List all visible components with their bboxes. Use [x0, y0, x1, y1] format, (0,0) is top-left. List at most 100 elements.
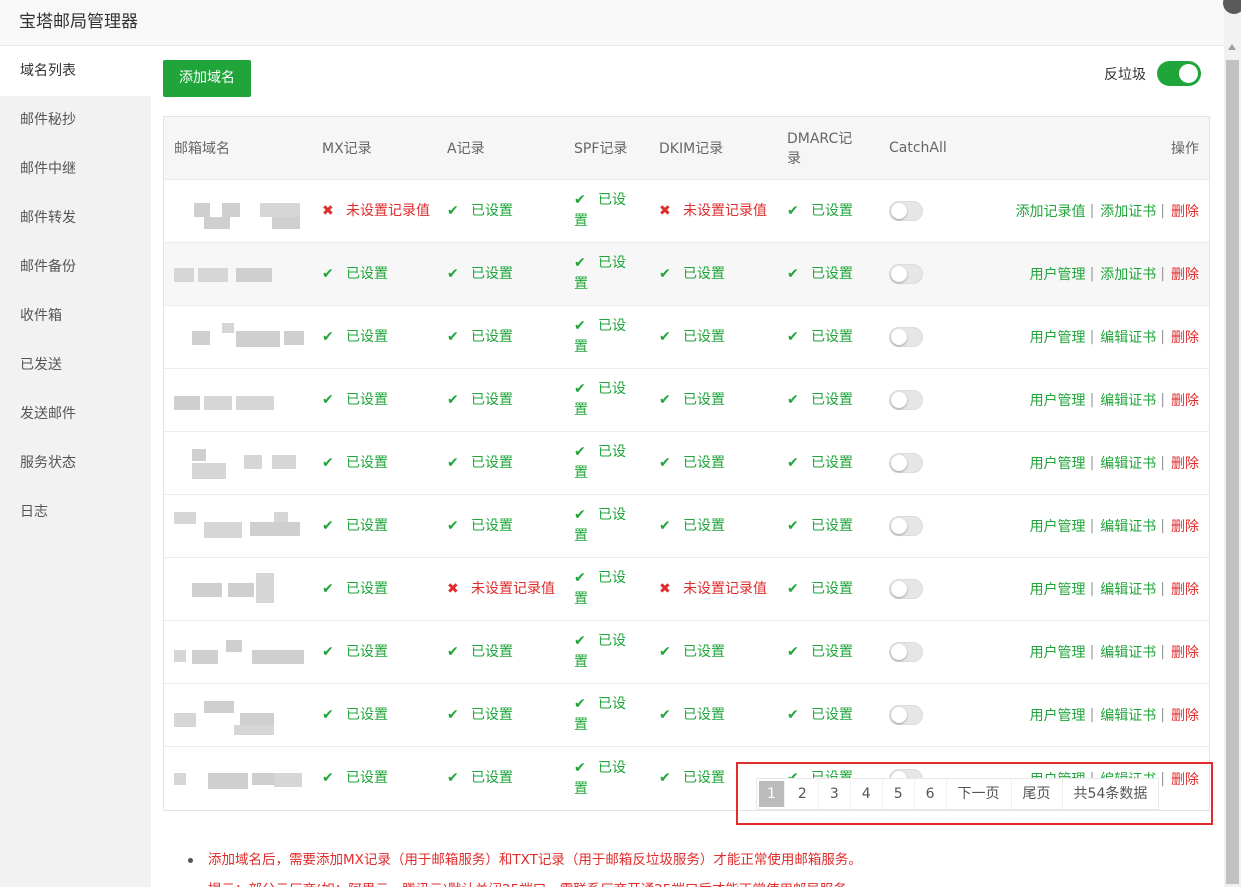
- sidebar-item[interactable]: 发送邮件: [0, 390, 151, 439]
- status-label: 已设置: [683, 328, 725, 345]
- separator: |: [1089, 581, 1095, 597]
- toggle-knob: [891, 644, 907, 660]
- sidebar-item[interactable]: 服务状态: [0, 439, 151, 488]
- delete-link[interactable]: 删除: [1171, 516, 1199, 536]
- operation-link[interactable]: 用户管理: [1030, 327, 1086, 347]
- mx-status: ✔ 已设置: [322, 306, 432, 368]
- operation-link[interactable]: 编辑证书: [1100, 390, 1156, 410]
- status-label: 已设置: [471, 328, 513, 345]
- a-status: ✔ 已设置: [447, 243, 557, 305]
- dkim-status: ✔ 已设置: [659, 369, 771, 431]
- operation-link[interactable]: 用户管理: [1030, 642, 1086, 662]
- check-icon: ✔: [447, 391, 459, 408]
- sidebar-item[interactable]: 域名列表: [0, 47, 151, 96]
- tip-item: 添加域名后，需要添加MX记录（用于邮箱服务）和TXT记录（用于邮箱反垃圾服务）才…: [188, 845, 1218, 875]
- anti-spam-toggle[interactable]: [1157, 61, 1201, 86]
- status-label-line2: 置: [574, 528, 588, 544]
- operation-link[interactable]: 用户管理: [1030, 579, 1086, 599]
- add-domain-button[interactable]: 添加域名: [163, 60, 251, 97]
- check-icon: ✔: [447, 643, 459, 660]
- dkim-status-text: ✔ 已设置: [659, 516, 767, 537]
- check-icon: ✔: [447, 265, 459, 282]
- page-5-button[interactable]: 5: [882, 779, 915, 809]
- operation-link[interactable]: 用户管理: [1030, 264, 1086, 284]
- domain-name-blurred: [174, 369, 304, 431]
- catchall-toggle[interactable]: [889, 453, 923, 473]
- operation-link[interactable]: 添加记录值: [1016, 201, 1086, 221]
- status-label: 已设置: [346, 770, 388, 786]
- status-label: 已设置: [811, 517, 853, 534]
- catchall-toggle[interactable]: [889, 705, 923, 725]
- operation-link[interactable]: 添加证书: [1100, 201, 1156, 221]
- scrollbar-thumb[interactable]: [1226, 60, 1239, 884]
- mx-status-text: ✔ 已设置: [322, 768, 430, 789]
- catchall-toggle[interactable]: [889, 579, 923, 599]
- check-icon: ✔: [787, 202, 799, 219]
- operation-link[interactable]: 添加证书: [1100, 264, 1156, 284]
- a-status-text: ✖ 未设置记录值: [447, 579, 555, 600]
- catchall-toggle[interactable]: [889, 201, 923, 221]
- mx-status-text: ✔ 已设置: [322, 453, 430, 474]
- page-1-button[interactable]: 1: [759, 781, 785, 807]
- sidebar-item[interactable]: 邮件转发: [0, 194, 151, 243]
- catchall-cell: [889, 369, 969, 431]
- status-label: 已设置: [346, 706, 388, 723]
- last-page-button[interactable]: 尾页: [1011, 779, 1063, 809]
- dkim-status-text: ✔ 已设置: [659, 264, 767, 285]
- sidebar-item[interactable]: 日志: [0, 488, 151, 537]
- sidebar-item[interactable]: 邮件备份: [0, 243, 151, 292]
- operations: 用户管理|编辑证书|删除: [969, 306, 1199, 368]
- delete-link[interactable]: 删除: [1171, 264, 1199, 284]
- operation-link[interactable]: 用户管理: [1030, 390, 1086, 410]
- operation-link[interactable]: 用户管理: [1030, 516, 1086, 536]
- status-label: 已设置: [346, 643, 388, 660]
- page-6-button[interactable]: 6: [914, 779, 947, 809]
- operation-link[interactable]: 编辑证书: [1100, 579, 1156, 599]
- operation-link[interactable]: 编辑证书: [1100, 516, 1156, 536]
- catchall-toggle[interactable]: [889, 516, 923, 536]
- operation-link[interactable]: 编辑证书: [1100, 453, 1156, 473]
- mx-status: ✔ 已设置: [322, 621, 432, 683]
- status-label-line1: 已设: [598, 255, 626, 271]
- a-status: ✔ 已设置: [447, 495, 557, 557]
- sidebar-item[interactable]: 已发送: [0, 341, 151, 390]
- domain-name-blurred: [174, 180, 304, 242]
- spf-status-text: ✔ 已设置: [574, 190, 638, 232]
- delete-link[interactable]: 删除: [1171, 201, 1199, 221]
- delete-link[interactable]: 删除: [1171, 705, 1199, 725]
- separator: |: [1160, 518, 1165, 534]
- check-icon: ✔: [574, 192, 586, 208]
- delete-link[interactable]: 删除: [1171, 579, 1199, 599]
- delete-link[interactable]: 删除: [1171, 453, 1199, 473]
- operation-link[interactable]: 编辑证书: [1100, 642, 1156, 662]
- sidebar-item[interactable]: 邮件秘抄: [0, 96, 151, 145]
- page-4-button[interactable]: 4: [850, 779, 883, 809]
- operation-link[interactable]: 用户管理: [1030, 453, 1086, 473]
- operation-link[interactable]: 编辑证书: [1100, 327, 1156, 347]
- page-2-button[interactable]: 2: [786, 779, 819, 809]
- next-page-button[interactable]: 下一页: [946, 779, 1012, 809]
- check-icon: ✔: [447, 328, 459, 345]
- delete-link[interactable]: 删除: [1171, 327, 1199, 347]
- check-icon: ✔: [322, 328, 334, 345]
- catchall-toggle[interactable]: [889, 264, 923, 284]
- delete-link[interactable]: 删除: [1171, 642, 1199, 662]
- operations: 用户管理|编辑证书|删除: [969, 621, 1199, 683]
- scroll-up-icon[interactable]: [1228, 44, 1236, 50]
- catchall-cell: [889, 684, 969, 746]
- separator: |: [1089, 266, 1095, 282]
- sidebar-item[interactable]: 收件箱: [0, 292, 151, 341]
- status-label: 未设置记录值: [683, 580, 767, 597]
- check-icon: ✔: [659, 770, 671, 786]
- catchall-toggle[interactable]: [889, 327, 923, 347]
- sidebar-item[interactable]: 邮件中继: [0, 145, 151, 194]
- delete-link[interactable]: 删除: [1171, 390, 1199, 410]
- page-3-button[interactable]: 3: [818, 779, 851, 809]
- catchall-toggle[interactable]: [889, 642, 923, 662]
- operation-link[interactable]: 编辑证书: [1100, 705, 1156, 725]
- check-icon: ✔: [574, 318, 586, 334]
- catchall-toggle[interactable]: [889, 390, 923, 410]
- operation-link[interactable]: 用户管理: [1030, 705, 1086, 725]
- scrollbar[interactable]: [1224, 0, 1241, 887]
- spf-status-text: ✔ 已设置: [574, 316, 638, 358]
